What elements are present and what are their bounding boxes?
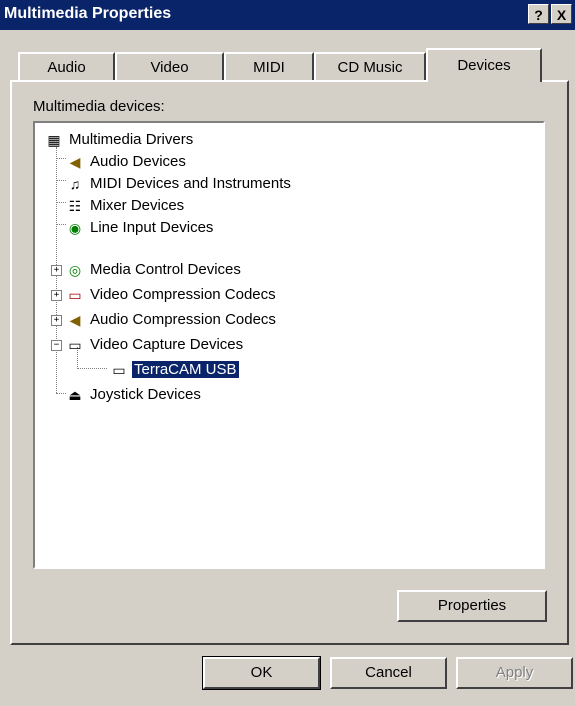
media-control-icon: ◎ [68,262,82,278]
camera-icon: ▭ [112,362,126,378]
title-bar: Multimedia Properties ? X [0,0,575,30]
tree-node-joystick-devices[interactable]: ⏏ Joystick Devices [66,384,203,406]
tree-node-video-capture-devices[interactable]: ▭ Video Capture Devices [66,334,245,356]
collapse-video-capture-icon[interactable]: − [51,340,62,351]
midi-icon: ♫ [69,176,81,192]
tree-connector [56,180,66,181]
tree-node-media-control-devices[interactable]: ◎ Media Control Devices [66,259,243,281]
video-codec-icon: ▭ [68,287,82,303]
video-capture-icon: ▭ [68,337,82,353]
expand-audio-codecs-icon[interactable]: + [51,315,62,326]
tree-node-mixer-devices[interactable]: ☷ Mixer Devices [66,195,186,217]
tab-audio[interactable]: Audio [18,52,115,80]
expand-media-control-icon[interactable]: + [51,265,62,276]
tree-node-audio-devices[interactable]: ◀ Audio Devices [66,151,188,173]
device-tree[interactable]: ▦ Multimedia Drivers ◀ Audio Devices ♫ M… [33,121,545,569]
help-button[interactable]: ? [528,4,549,24]
tree-node-midi-devices[interactable]: ♫ MIDI Devices and Instruments [66,173,293,195]
audio-codec-icon: ◀ [69,312,81,328]
tab-devices[interactable]: Devices [426,48,542,82]
tree-connector [56,158,66,159]
tree-node-audio-compression-codecs[interactable]: ◀ Audio Compression Codecs [66,309,278,331]
tree-connector [77,368,107,369]
cancel-button[interactable]: Cancel [330,657,447,689]
speaker-icon: ◀ [69,154,81,170]
ok-button[interactable]: OK [202,656,321,690]
tab-video[interactable]: Video [115,52,224,80]
tree-connector [56,202,66,203]
tree-node-line-input-devices[interactable]: ◉ Line Input Devices [66,217,215,239]
tree-node-video-compression-codecs[interactable]: ▭ Video Compression Codecs [66,284,278,306]
joystick-icon: ⏏ [68,387,82,403]
tree-connector [56,393,66,394]
close-button[interactable]: X [551,4,572,24]
apply-button[interactable]: Apply [456,657,573,689]
multimedia-drivers-icon: ▦ [47,132,61,148]
line-input-icon: ◉ [68,220,82,236]
expand-video-codecs-icon[interactable]: + [51,290,62,301]
tree-node-multimedia-drivers[interactable]: ▦ Multimedia Drivers [45,129,195,151]
tab-cd-music[interactable]: CD Music [314,52,426,80]
mixer-icon: ☷ [68,198,82,214]
multimedia-devices-label: Multimedia devices: [33,98,165,115]
tree-node-terracam-usb[interactable]: ▭ TerraCAM USB [110,359,240,381]
window-title: Multimedia Properties [4,5,172,22]
properties-button[interactable]: Properties [397,590,547,622]
tree-connector [56,224,66,225]
tab-midi[interactable]: MIDI [224,52,314,80]
